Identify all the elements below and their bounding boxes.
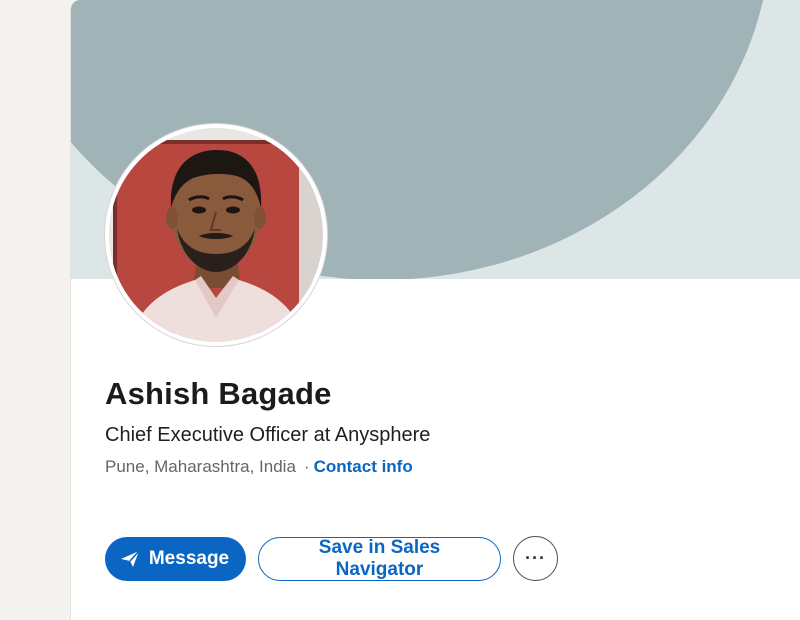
more-actions-button[interactable]: ··· — [513, 536, 558, 581]
profile-location: Pune, Maharashtra, India — [105, 457, 296, 476]
profile-avatar[interactable] — [105, 124, 327, 346]
profile-name: Ashish Bagade — [105, 376, 332, 411]
profile-actions: Message Save in Sales Navigator ··· — [105, 536, 558, 581]
avatar-photo — [109, 128, 323, 342]
separator-dot: · — [303, 457, 310, 476]
location-row: Pune, Maharashtra, India · Contact info — [105, 457, 413, 477]
save-in-sales-navigator-button[interactable]: Save in Sales Navigator — [258, 536, 501, 581]
message-button-label: Message — [148, 547, 230, 569]
save-button-label: Save in Sales Navigator — [318, 536, 441, 580]
message-button[interactable]: Message — [105, 536, 246, 581]
send-icon — [120, 549, 140, 568]
profile-card: Ashish Bagade Chief Executive Officer at… — [70, 0, 800, 620]
more-horizontal-icon: ··· — [525, 548, 546, 568]
contact-info-link[interactable]: Contact info — [314, 457, 413, 476]
profile-headline: Chief Executive Officer at Anysphere — [105, 424, 431, 446]
